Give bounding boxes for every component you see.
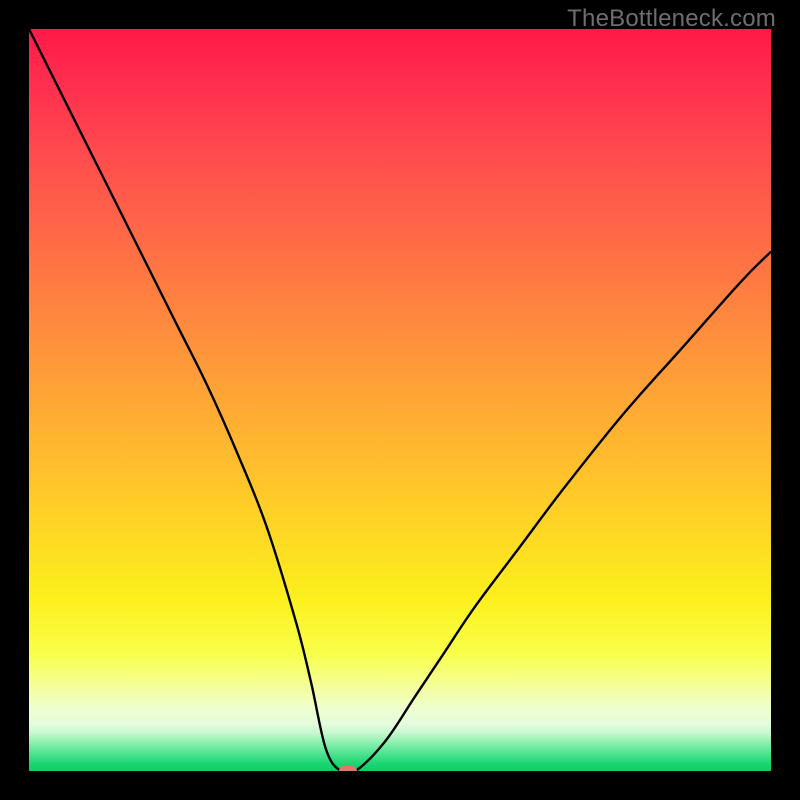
bottleneck-curve xyxy=(29,29,771,771)
watermark-label: TheBottleneck.com xyxy=(567,5,776,33)
chart-frame: TheBottleneck.com xyxy=(0,0,800,800)
optimal-marker xyxy=(339,766,357,771)
plot-area xyxy=(29,29,771,771)
